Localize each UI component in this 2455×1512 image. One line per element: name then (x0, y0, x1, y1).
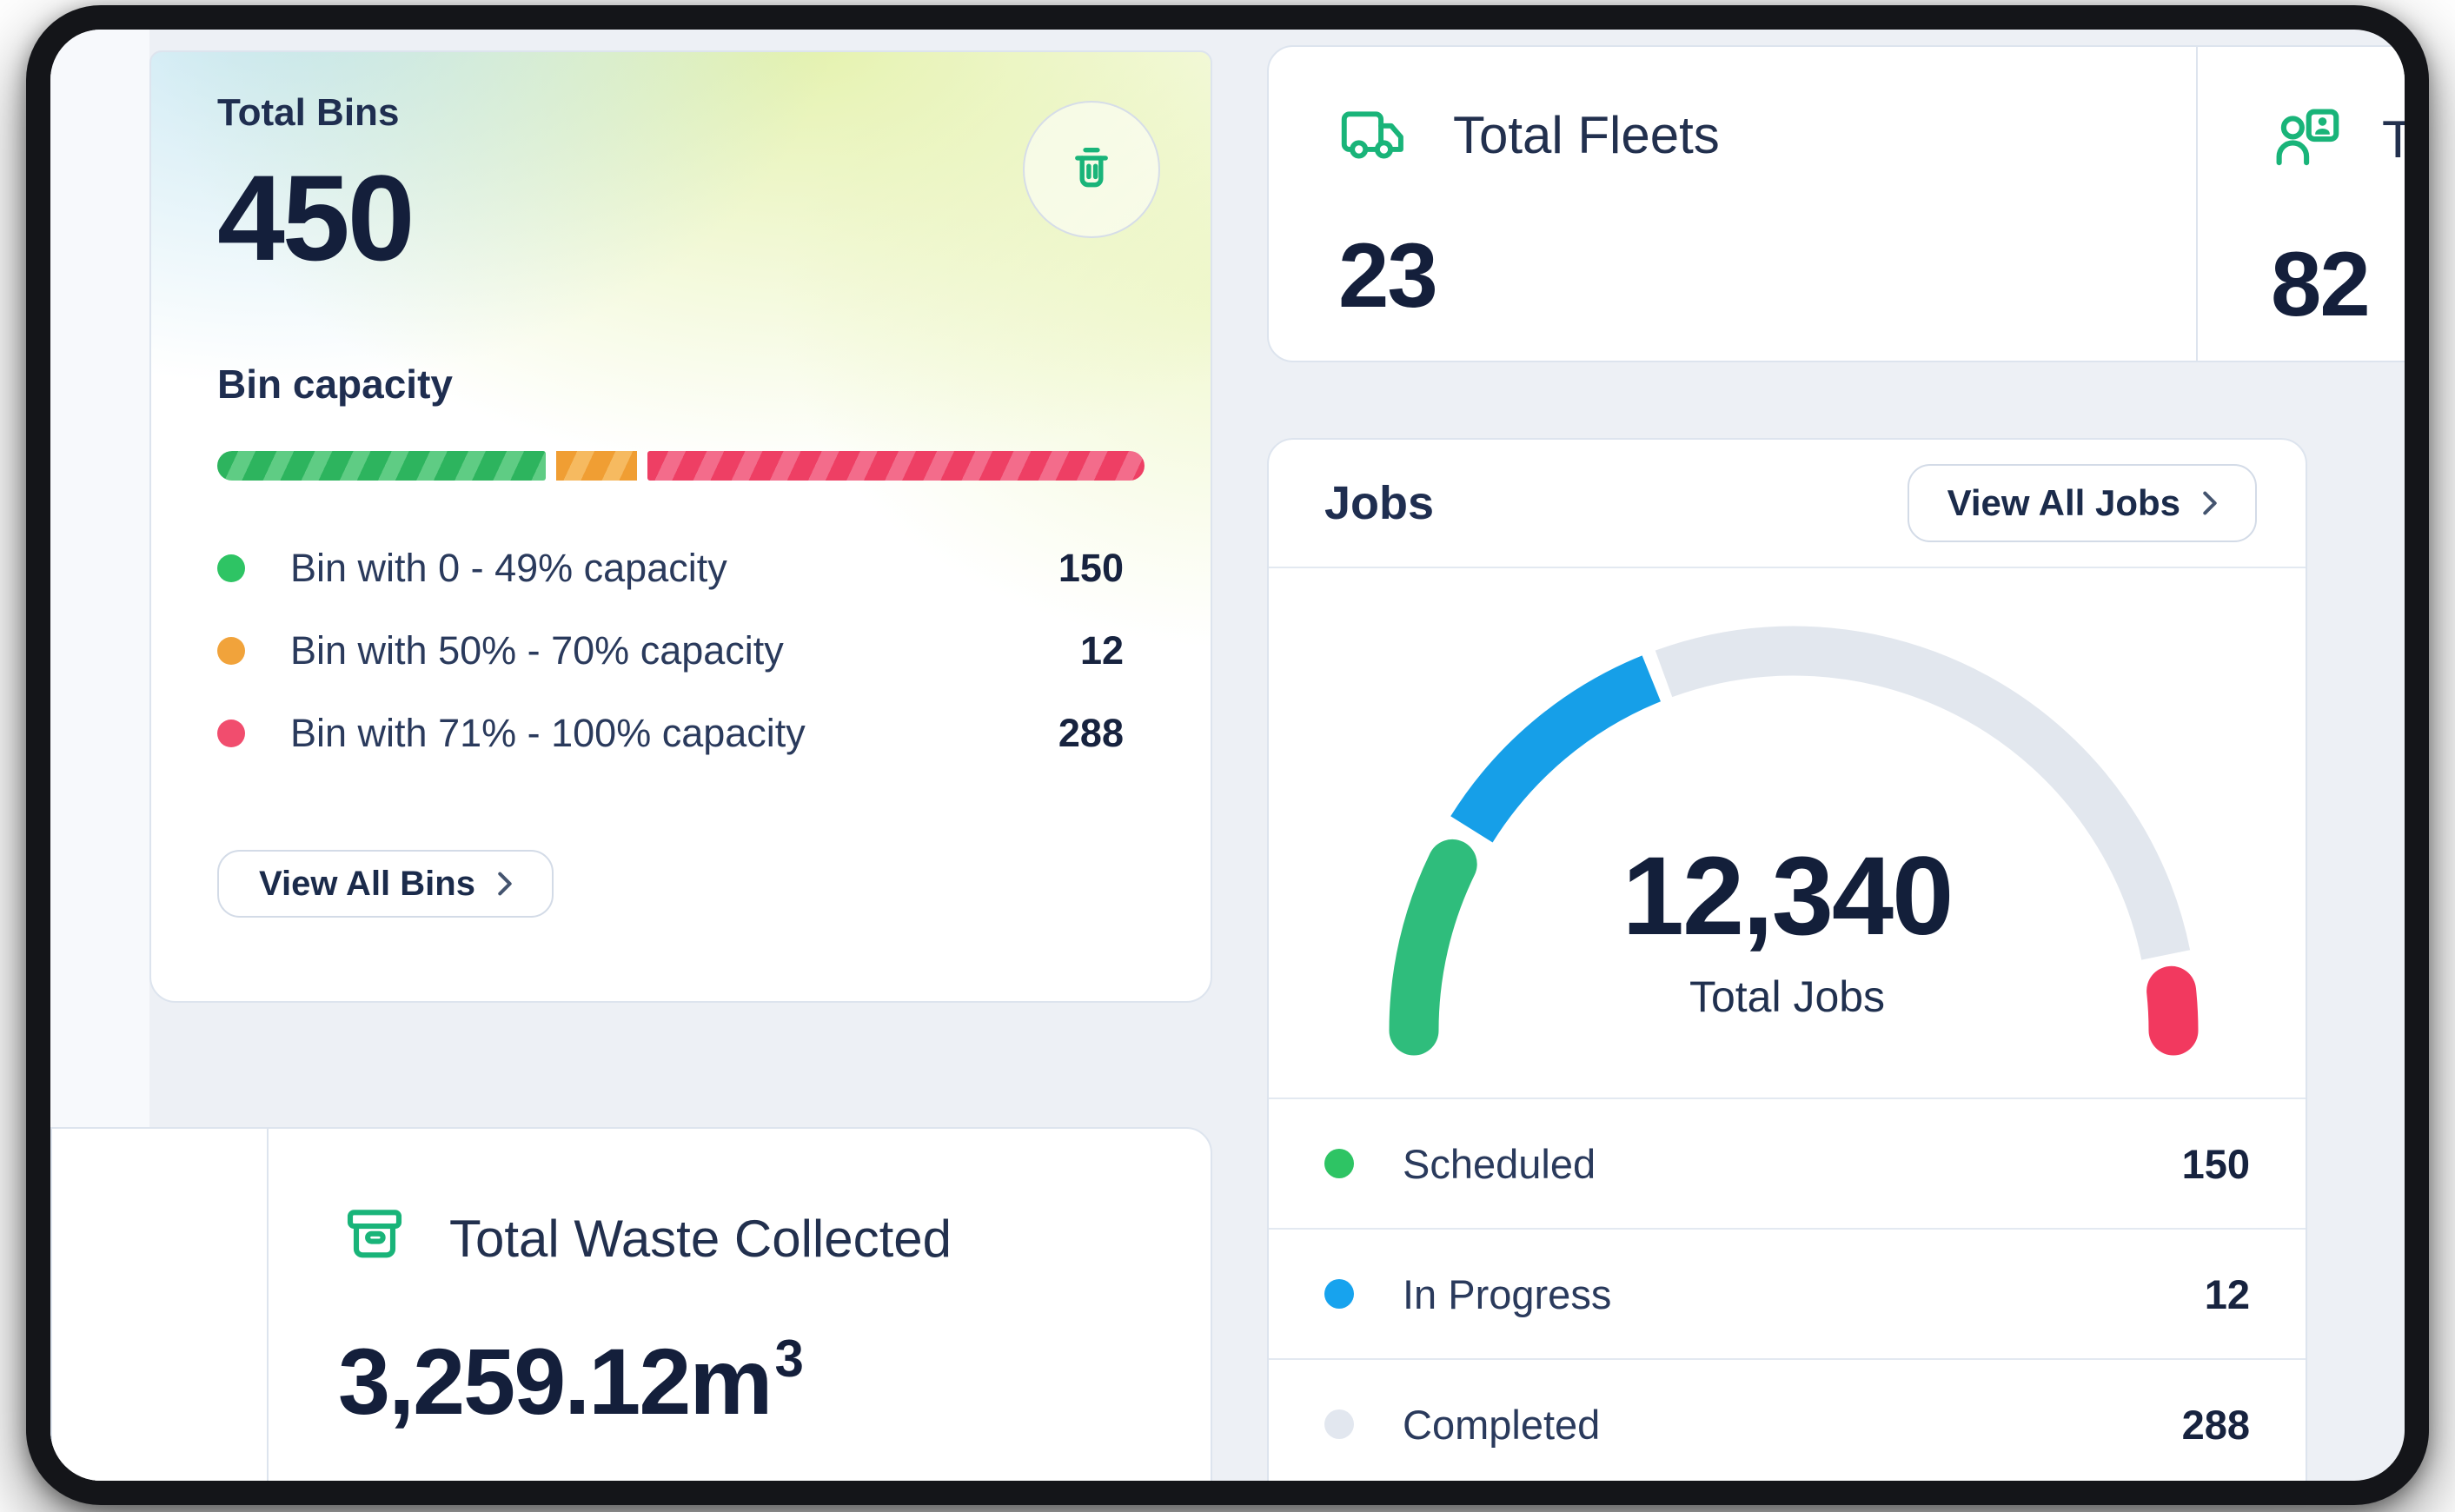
waste-amount: 3,259.12m (338, 1329, 771, 1434)
green-dot (217, 554, 245, 582)
legend-value: 288 (2182, 1401, 2250, 1449)
gray-dot (1324, 1409, 1354, 1439)
total-bins-label: Total Bins (217, 91, 1145, 135)
legend-row-low: Bin with 0 - 49% capacity 150 (217, 541, 1145, 595)
total-waste-value: 3,259.12m3 (338, 1327, 1211, 1436)
capacity-segment-high (647, 451, 1145, 481)
top-stats-row: Total Fleets 23 (1267, 45, 2405, 362)
legend-label: Scheduled (1403, 1140, 1596, 1188)
legend-row-mid: Bin with 50% - 70% capacity 12 (217, 624, 1145, 678)
chevron-right-icon (2203, 491, 2217, 515)
bottom-stats-row: Total Waste Collected 3,259.12m3 (50, 1127, 1212, 1481)
legend-row-completed: Completed 288 (1269, 1358, 2306, 1481)
total-jobs-label: Total Jobs (1269, 972, 2306, 1022)
legend-value: 12 (1080, 628, 1145, 673)
legend-row-high: Bin with 71% - 100% capacity 288 (217, 706, 1145, 760)
truck-icon (1338, 103, 1415, 167)
legend-value: 288 (1058, 711, 1145, 756)
jobs-header: Jobs View All Jobs (1269, 440, 2306, 568)
total-workers-title: T (2382, 109, 2405, 169)
total-workers-value: 82 (2271, 233, 2405, 337)
jobs-legend: Scheduled 150 In Progress 12 Completed 2… (1269, 1098, 2306, 1481)
jobs-title: Jobs (1324, 476, 1434, 530)
total-waste-title: Total Waste Collected (449, 1209, 952, 1269)
orange-dot (217, 637, 245, 665)
red-dot (217, 720, 245, 747)
total-jobs-value: 12,340 (1269, 841, 2306, 952)
bin-capacity-bar (217, 451, 1145, 481)
legend-label: Bin with 50% - 70% capacity (290, 628, 784, 673)
waste-unit-exponent: 3 (774, 1330, 801, 1388)
chevron-right-icon (498, 872, 512, 896)
blue-dot (1324, 1279, 1354, 1309)
partial-stat-cell (52, 1129, 267, 1481)
total-workers-card: T 82 (2198, 47, 2405, 361)
legend-value: 150 (1058, 546, 1145, 591)
total-waste-card: Total Waste Collected 3,259.12m3 (269, 1129, 1211, 1481)
view-all-jobs-label: View All Jobs (1947, 482, 2180, 524)
dashboard-viewport: Total Bins 450 Bin capacity (50, 30, 2405, 1481)
view-all-jobs-button[interactable]: View All Jobs (1908, 464, 2257, 542)
person-badge-icon (2271, 103, 2344, 176)
bins-trash-button[interactable] (1023, 101, 1160, 238)
trash-icon (1059, 137, 1124, 202)
capacity-segment-low (217, 451, 546, 481)
legend-label: Completed (1403, 1401, 1600, 1449)
legend-label: Bin with 71% - 100% capacity (290, 711, 806, 756)
bin-capacity-legend: Bin with 0 - 49% capacity 150 Bin with 5… (217, 541, 1145, 760)
legend-label: Bin with 0 - 49% capacity (290, 546, 727, 591)
legend-label: In Progress (1403, 1270, 1611, 1318)
legend-value: 150 (2182, 1140, 2250, 1188)
total-bins-value: 450 (217, 157, 1145, 279)
jobs-card: Jobs View All Jobs 12,340 Total Jobs Sch… (1267, 438, 2307, 1481)
legend-row-in-progress: In Progress 12 (1269, 1228, 2306, 1358)
capacity-segment-mid (556, 451, 637, 481)
total-bins-card: Total Bins 450 Bin capacity (149, 50, 1212, 1003)
total-fleets-title: Total Fleets (1453, 105, 1720, 165)
legend-row-scheduled: Scheduled 150 (1269, 1098, 2306, 1228)
gauge-center-text: 12,340 Total Jobs (1269, 841, 2306, 1022)
total-fleets-card: Total Fleets 23 (1269, 47, 2196, 361)
view-all-bins-button[interactable]: View All Bins (217, 850, 554, 918)
total-fleets-value: 23 (1338, 224, 2196, 328)
green-dot (1324, 1149, 1354, 1178)
legend-value: 12 (2205, 1270, 2250, 1318)
view-all-bins-label: View All Bins (259, 865, 475, 904)
device-frame: Total Bins 450 Bin capacity (26, 5, 2429, 1505)
bin-capacity-title: Bin capacity (217, 361, 1145, 408)
waste-box-icon (338, 1202, 411, 1275)
